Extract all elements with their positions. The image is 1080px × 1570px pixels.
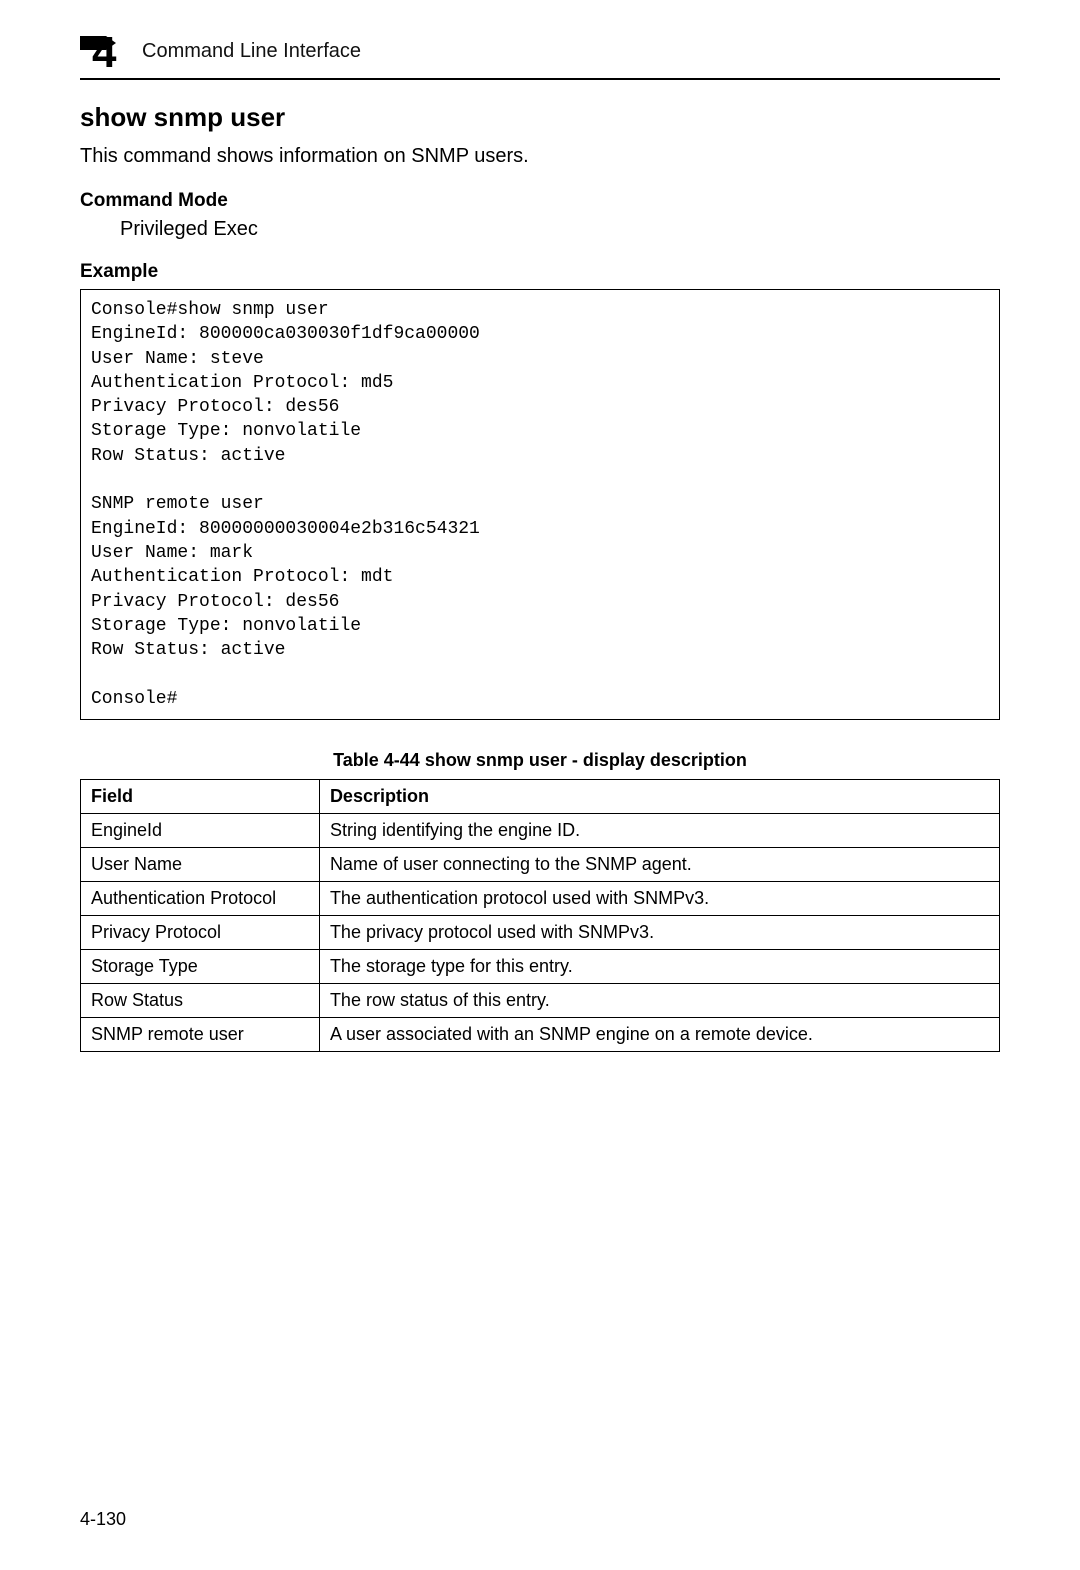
table-cell-field: Privacy Protocol: [81, 916, 320, 950]
table-cell-field: EngineId: [81, 814, 320, 848]
table-header-row: Field Description: [81, 780, 1000, 814]
command-mode-value: Privileged Exec: [120, 218, 1000, 241]
example-label: Example: [80, 261, 1000, 283]
table-cell-description: The authentication protocol used with SN…: [319, 882, 999, 916]
table-header-field: Field: [81, 780, 320, 814]
command-mode-label: Command Mode: [80, 190, 1000, 212]
table-caption: Table 4-44 show snmp user - display desc…: [80, 750, 1000, 771]
table-cell-field: User Name: [81, 848, 320, 882]
table-row: User Name Name of user connecting to the…: [81, 848, 1000, 882]
display-description-table: Field Description EngineId String identi…: [80, 779, 1000, 1052]
table-cell-field: SNMP remote user: [81, 1018, 320, 1052]
example-code-block: Console#show snmp user EngineId: 800000c…: [80, 289, 1000, 720]
table-header-description: Description: [319, 780, 999, 814]
section-heading: show snmp user: [80, 102, 1000, 133]
table-cell-field: Storage Type: [81, 950, 320, 984]
page-header: 4 Command Line Interface: [60, 30, 1020, 72]
table-row: EngineId String identifying the engine I…: [81, 814, 1000, 848]
table-row: Storage Type The storage type for this e…: [81, 950, 1000, 984]
table-row: Authentication Protocol The authenticati…: [81, 882, 1000, 916]
chapter-number-icon: 4: [80, 30, 128, 72]
table-cell-field: Row Status: [81, 984, 320, 1018]
table-cell-description: The storage type for this entry.: [319, 950, 999, 984]
table-cell-description: The row status of this entry.: [319, 984, 999, 1018]
header-rule: [80, 78, 1000, 80]
table-cell-description: A user associated with an SNMP engine on…: [319, 1018, 999, 1052]
table-cell-description: String identifying the engine ID.: [319, 814, 999, 848]
table-row: Row Status The row status of this entry.: [81, 984, 1000, 1018]
section-intro: This command shows information on SNMP u…: [80, 145, 1000, 168]
page-number: 4-130: [80, 1509, 126, 1530]
table-cell-description: Name of user connecting to the SNMP agen…: [319, 848, 999, 882]
table-row: SNMP remote user A user associated with …: [81, 1018, 1000, 1052]
table-cell-field: Authentication Protocol: [81, 882, 320, 916]
page-header-title: Command Line Interface: [142, 40, 361, 63]
chapter-number: 4: [92, 28, 116, 78]
table-cell-description: The privacy protocol used with SNMPv3.: [319, 916, 999, 950]
table-row: Privacy Protocol The privacy protocol us…: [81, 916, 1000, 950]
main-content: show snmp user This command shows inform…: [60, 102, 1020, 1052]
